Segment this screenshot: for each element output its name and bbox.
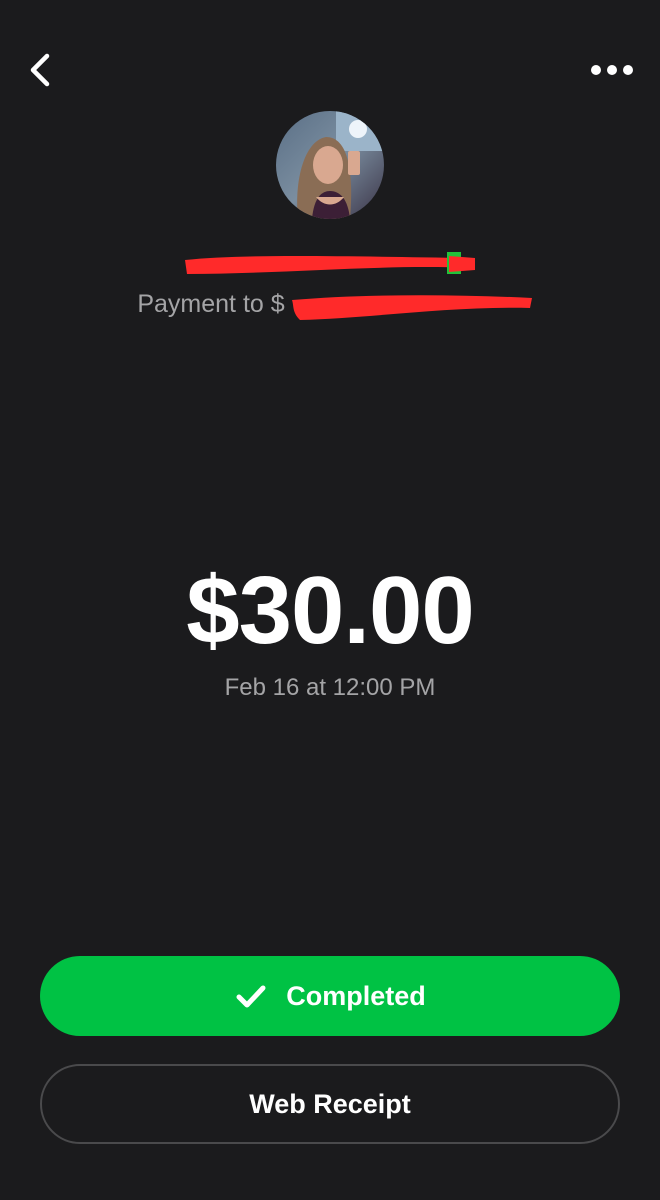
completed-label: Completed bbox=[286, 980, 426, 1011]
payment-prefix: Payment to $ bbox=[137, 290, 285, 318]
back-button[interactable] bbox=[18, 48, 62, 92]
completed-status-button[interactable]: Completed bbox=[40, 956, 620, 1036]
more-horizontal-icon bbox=[591, 65, 633, 75]
redaction-mark bbox=[292, 295, 532, 320]
chevron-left-icon bbox=[30, 53, 50, 87]
payment-amount: $30.00 bbox=[186, 557, 475, 664]
avatar bbox=[276, 111, 384, 219]
more-options-button[interactable] bbox=[582, 50, 642, 90]
redaction-mark bbox=[185, 252, 475, 274]
payment-date: Feb 16 at 12:00 PM bbox=[224, 674, 436, 701]
profile-photo bbox=[276, 111, 384, 219]
web-receipt-button[interactable]: Web Receipt bbox=[40, 1064, 620, 1144]
check-icon bbox=[236, 985, 266, 1008]
payment-detail-screen: Payment to $ $30.00 Feb 16 at 12:00 PM C… bbox=[0, 0, 660, 1200]
web-receipt-label: Web Receipt bbox=[249, 1088, 411, 1119]
